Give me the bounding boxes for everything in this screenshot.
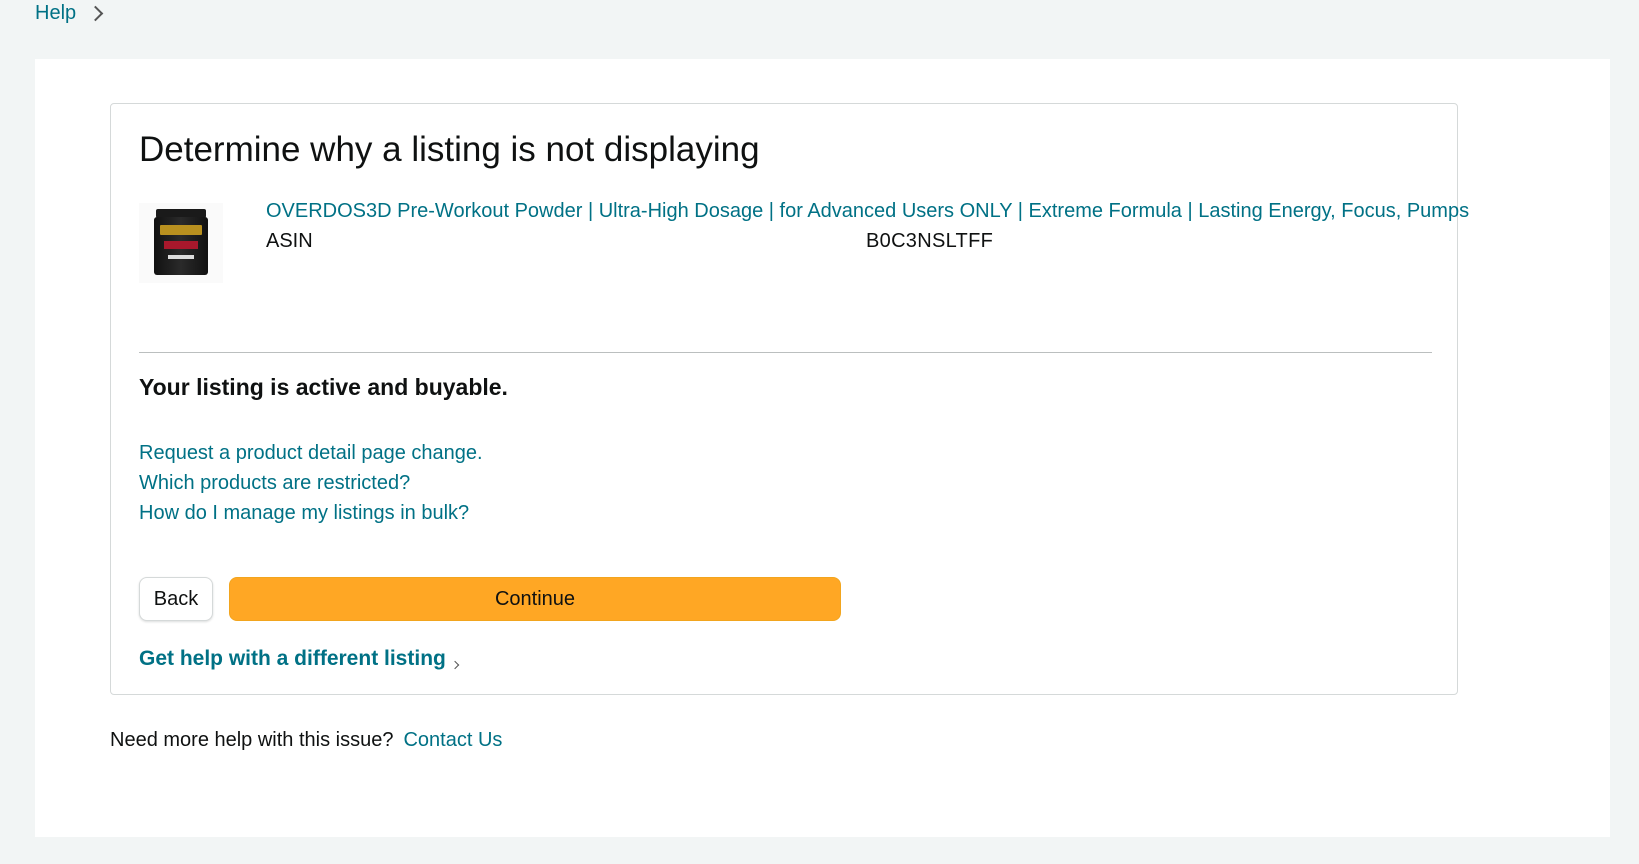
help-links-list: Request a product detail page change. Wh… <box>139 438 483 528</box>
product-jar-icon <box>154 209 208 277</box>
breadcrumb: Help <box>35 0 104 26</box>
page-panel: Determine why a listing is not displayin… <box>35 59 1610 837</box>
product-title-link[interactable]: OVERDOS3D Pre-Workout Powder | Ultra-Hig… <box>266 198 1542 224</box>
more-help-question: Need more help with this issue? <box>110 729 394 751</box>
contact-us-link[interactable]: Contact Us <box>403 729 502 751</box>
continue-button[interactable]: Continue <box>229 577 841 621</box>
breadcrumb-help-link[interactable]: Help <box>35 2 76 25</box>
manage-listings-bulk-link[interactable]: How do I manage my listings in bulk? <box>139 498 483 528</box>
page-title: Determine why a listing is not displayin… <box>139 130 760 169</box>
asin-value: B0C3NSLTFF <box>866 230 994 252</box>
listing-card: Determine why a listing is not displayin… <box>110 103 1469 695</box>
different-listing-link[interactable]: Get help with a different listing <box>139 647 460 671</box>
different-listing-label: Get help with a different listing <box>139 647 446 670</box>
chevron-right-small-icon <box>450 660 460 670</box>
listing-status-heading: Your listing is active and buyable. <box>139 374 508 400</box>
back-button[interactable]: Back <box>139 577 213 621</box>
more-help-row: Need more help with this issue? Contact U… <box>110 727 502 753</box>
chevron-right-icon <box>87 5 104 22</box>
request-detail-page-change-link[interactable]: Request a product detail page change. <box>139 438 483 468</box>
restricted-products-link[interactable]: Which products are restricted? <box>139 468 483 498</box>
divider <box>139 352 1432 353</box>
product-image[interactable] <box>139 203 223 283</box>
asin-label: ASIN <box>266 230 313 252</box>
